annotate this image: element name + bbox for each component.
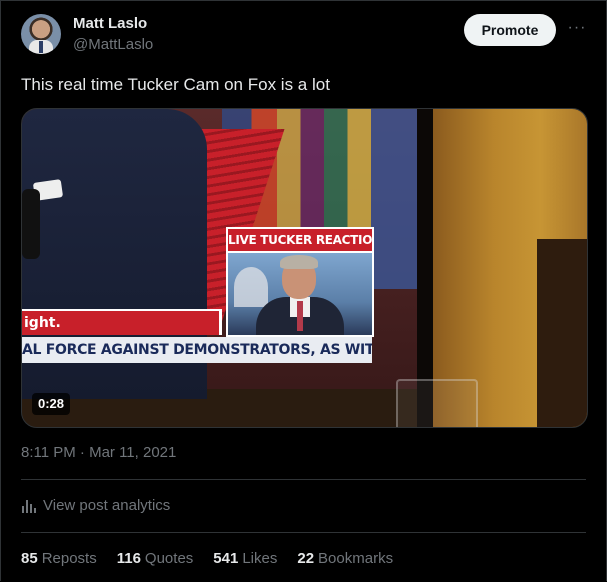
video-frame-microphone xyxy=(22,189,40,259)
stat-bookmarks[interactable]: 22 Bookmarks xyxy=(297,550,393,567)
author-handle[interactable]: @MattLaslo xyxy=(73,36,153,53)
inset-hair xyxy=(280,255,318,269)
stat-label: Reposts xyxy=(41,550,97,567)
video-inset-box: LIVE TUCKER REACTION xyxy=(226,227,374,337)
video-player[interactable]: LIVE TUCKER REACTION ight. AL FORCE AGAI… xyxy=(21,108,588,428)
stat-label: Likes xyxy=(242,550,278,567)
inset-video xyxy=(228,253,372,335)
stat-value: 22 xyxy=(297,550,315,567)
stat-label: Quotes xyxy=(144,550,194,567)
tweet-timestamp[interactable]: 8:11 PM · Mar 11, 2021 xyxy=(21,444,176,461)
video-frame-glass xyxy=(396,379,478,427)
inset-necktie xyxy=(297,301,303,331)
video-frame-shelf xyxy=(537,239,587,427)
chyron-top: ight. xyxy=(22,309,222,335)
more-options-icon[interactable]: ··· xyxy=(565,18,589,42)
capitol-dome xyxy=(234,267,268,307)
bar-chart-icon xyxy=(22,499,36,513)
divider xyxy=(21,479,586,480)
tweet-text: This real time Tucker Cam on Fox is a lo… xyxy=(21,75,330,94)
video-duration-badge: 0:28 xyxy=(32,393,71,415)
author-name[interactable]: Matt Laslo xyxy=(73,15,147,32)
avatar-tie xyxy=(39,41,43,53)
chyron-bottom: AL FORCE AGAINST DEMONSTRATORS, AS WIT xyxy=(22,337,372,363)
stat-value: 85 xyxy=(21,550,38,567)
stat-label: Bookmarks xyxy=(318,550,394,567)
inset-label: LIVE TUCKER REACTION xyxy=(228,229,372,251)
view-analytics-link[interactable]: View post analytics xyxy=(21,497,170,514)
avatar[interactable] xyxy=(21,14,61,54)
divider xyxy=(21,532,586,533)
stat-value: 541 xyxy=(213,550,239,567)
stat-quotes[interactable]: 116 Quotes xyxy=(117,550,194,567)
stat-likes[interactable]: 541 Likes xyxy=(213,550,277,567)
stat-reposts[interactable]: 85 Reposts xyxy=(21,550,97,567)
stat-value: 116 xyxy=(116,550,141,567)
engagement-stats: 85 Reposts 116 Quotes 541 Likes 22 Bookmarks xyxy=(21,550,413,567)
promote-button[interactable]: Promote xyxy=(464,14,556,46)
analytics-label: View post analytics xyxy=(43,497,171,514)
